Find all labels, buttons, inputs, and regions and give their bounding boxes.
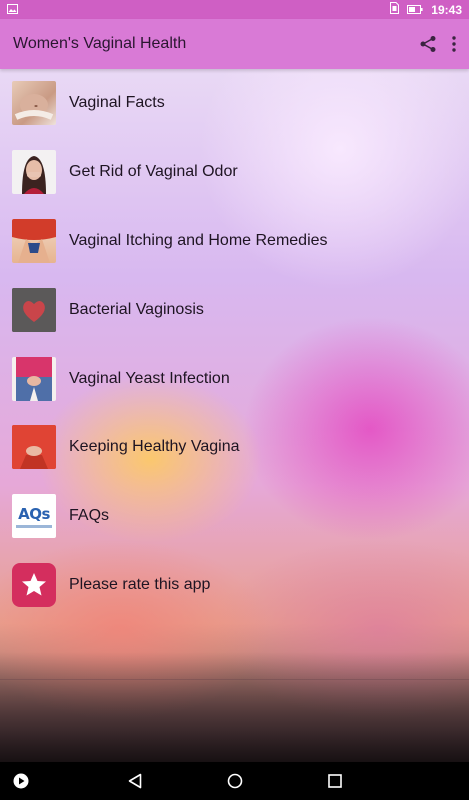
heart-thumbnail xyxy=(12,287,56,332)
battery-icon xyxy=(407,3,423,17)
menu-item-label: Keeping Healthy Vagina xyxy=(69,438,240,456)
belly-thumbnail xyxy=(12,81,56,126)
itching-thumbnail xyxy=(12,218,56,263)
image-icon xyxy=(7,3,18,17)
home-icon[interactable] xyxy=(220,762,250,800)
list-item-vaginal-odor[interactable]: Get Rid of Vaginal Odor xyxy=(0,138,469,207)
star-icon xyxy=(12,562,56,607)
red-dress-thumbnail xyxy=(12,425,56,470)
faqs-thumbnail-text: AQs xyxy=(18,504,50,523)
faqs-thumbnail: AQs xyxy=(12,494,56,539)
play-icon[interactable] xyxy=(10,762,32,800)
jeans-thumbnail xyxy=(12,356,56,401)
menu-item-label: Get Rid of Vaginal Odor xyxy=(69,163,238,181)
recents-icon[interactable] xyxy=(320,762,350,800)
bottom-shade xyxy=(0,652,469,762)
list-item-bacterial-vaginosis[interactable]: Bacterial Vaginosis xyxy=(0,275,469,344)
menu-item-label: Bacterial Vaginosis xyxy=(69,300,204,318)
app-title: Women's Vaginal Health xyxy=(13,35,187,52)
list-item-vaginal-facts[interactable]: Vaginal Facts xyxy=(0,69,469,138)
menu-item-label: FAQs xyxy=(69,507,110,525)
share-icon[interactable] xyxy=(419,35,437,53)
menu-list: Vaginal Facts Get Rid of Vaginal Odor Va… xyxy=(0,69,469,619)
list-item-yeast-infection[interactable]: Vaginal Yeast Infection xyxy=(0,344,469,413)
list-item-faqs[interactable]: AQs FAQs xyxy=(0,482,469,551)
sim-icon xyxy=(390,2,400,17)
status-bar: 19:43 xyxy=(0,0,469,19)
menu-item-label: Vaginal Itching and Home Remedies xyxy=(69,231,328,249)
menu-item-label: Please rate this app xyxy=(69,575,211,593)
menu-item-label: Vaginal Facts xyxy=(69,94,165,112)
app-bar: Women's Vaginal Health xyxy=(0,19,469,69)
menu-item-label: Vaginal Yeast Infection xyxy=(69,369,230,387)
list-item-healthy-vagina[interactable]: Keeping Healthy Vagina xyxy=(0,413,469,482)
woman-covering-face-thumbnail xyxy=(12,150,56,195)
content-area: Vaginal Facts Get Rid of Vaginal Odor Va… xyxy=(0,69,469,762)
back-icon[interactable] xyxy=(120,762,150,800)
overflow-menu-icon[interactable] xyxy=(451,35,457,53)
list-item-rate-app[interactable]: Please rate this app xyxy=(0,551,469,620)
status-time: 19:43 xyxy=(431,2,462,17)
navigation-bar xyxy=(0,762,469,800)
list-item-vaginal-itching[interactable]: Vaginal Itching and Home Remedies xyxy=(0,207,469,276)
